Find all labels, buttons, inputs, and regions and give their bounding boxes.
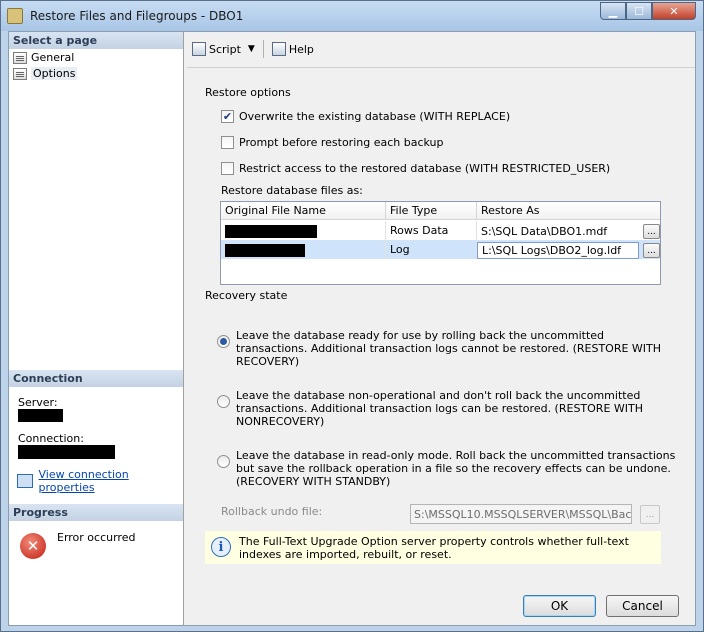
maximize-button[interactable]: ☐ [626, 2, 652, 20]
restore-as-value[interactable]: S:\SQL Data\DBO1.mdf [481, 225, 639, 238]
information-icon: i [211, 537, 231, 557]
radio-button[interactable] [217, 335, 230, 348]
rollback-undo-file-label: Rollback undo file: [221, 505, 323, 518]
original-file-name-cell [221, 221, 386, 240]
page-item-label: Options [31, 67, 78, 80]
restore-as-input[interactable]: L:\SQL Logs\DBO2_log.ldf [477, 242, 639, 259]
toolbar-separator [262, 40, 264, 58]
info-text: The Full-Text Upgrade Option server prop… [239, 535, 629, 561]
checkbox-label: Prompt before restoring each backup [239, 136, 444, 149]
checkbox-box[interactable] [221, 136, 234, 149]
window-title: Restore Files and Filegroups - DBO1 [30, 9, 244, 23]
window-controls: ▁ ☐ ✕ [600, 2, 696, 20]
progress-status[interactable]: Error occurred [57, 531, 135, 544]
column-header-file-type[interactable]: File Type [386, 202, 477, 219]
restore-files-grid[interactable]: Original File Name File Type Restore As … [220, 201, 661, 285]
browse-button[interactable]: ... [643, 224, 660, 239]
left-pane: Select a page General Options Connection… [9, 32, 184, 625]
restore-files-label: Restore database files as: [221, 184, 363, 197]
connection-label: Connection: [18, 432, 84, 445]
recovery-option-with-standby[interactable]: Leave the database in read-only mode. Ro… [217, 449, 676, 488]
page-icon [13, 51, 27, 64]
page-icon [13, 67, 27, 80]
file-type-cell: Rows Data [386, 221, 477, 240]
file-type-cell: Log [386, 240, 477, 259]
ok-button[interactable]: OK [523, 595, 596, 617]
recovery-state-title: Recovery state [205, 289, 288, 302]
error-icon: ✕ [20, 533, 46, 559]
help-label: Help [288, 42, 314, 56]
minimize-icon: ▁ [608, 4, 618, 18]
checkbox-box[interactable]: ✔ [221, 110, 234, 123]
original-file-name-cell [221, 240, 386, 259]
original-file-name-redacted [225, 244, 305, 257]
toolbar-divider [187, 67, 695, 68]
script-label: Script [209, 42, 241, 56]
recovery-option-with-recovery[interactable]: Leave the database ready for use by roll… [217, 329, 676, 368]
server-value-redacted [18, 409, 63, 422]
browse-button[interactable]: ... [643, 243, 660, 258]
table-row[interactable]: Rows Data S:\SQL Data\DBO1.mdf ... [221, 221, 660, 240]
progress-header: Progress [9, 504, 183, 521]
prompt-checkbox[interactable]: Prompt before restoring each backup [221, 136, 444, 149]
maximize-icon: ☐ [634, 4, 644, 18]
table-row[interactable]: Log L:\SQL Logs\DBO2_log.ldf ... [221, 240, 660, 259]
connection-value-redacted [18, 445, 115, 459]
overwrite-checkbox[interactable]: ✔ Overwrite the existing database (WITH … [221, 110, 510, 123]
server-label: Server: [18, 396, 58, 409]
close-icon: ✕ [669, 4, 679, 18]
rollback-undo-file-input[interactable]: S:\MSSQL10.MSSQLSERVER\MSSQL\Back [410, 504, 632, 524]
radio-button[interactable] [217, 455, 230, 468]
recovery-option-with-norecovery[interactable]: Leave the database non-operational and d… [217, 389, 676, 428]
page-item-options[interactable]: Options [13, 67, 78, 80]
view-connection-properties-link[interactable]: View connection properties [39, 468, 184, 494]
restore-icon [7, 8, 23, 24]
close-button[interactable]: ✕ [652, 2, 696, 20]
column-header-restore-as[interactable]: Restore As [477, 202, 660, 219]
restore-as-cell[interactable]: S:\SQL Data\DBO1.mdf ... [477, 221, 660, 240]
radio-button[interactable] [217, 395, 230, 408]
restore-dialog-window: Restore Files and Filegroups - DBO1 ▁ ☐ … [0, 0, 704, 632]
radio-label: Leave the database non-operational and d… [236, 389, 644, 428]
help-icon [271, 42, 286, 56]
checkbox-box[interactable] [221, 162, 234, 175]
restrict-checkbox[interactable]: Restrict access to the restored database… [221, 162, 610, 175]
original-file-name-redacted [225, 225, 317, 238]
page-item-general[interactable]: General [13, 51, 74, 64]
cancel-button[interactable]: Cancel [606, 595, 679, 617]
restore-options-title: Restore options [205, 86, 291, 99]
radio-label: Leave the database in read-only mode. Ro… [236, 449, 676, 488]
restore-as-cell[interactable]: L:\SQL Logs\DBO2_log.ldf ... [477, 240, 660, 259]
undo-file-browse-button[interactable]: ... [640, 505, 660, 524]
help-button[interactable]: Help [271, 42, 314, 56]
column-header-original-file-name[interactable]: Original File Name [221, 202, 386, 219]
checkbox-label: Overwrite the existing database (WITH RE… [239, 110, 511, 123]
connection-properties-icon [17, 474, 33, 488]
dialog-body: Select a page General Options Connection… [8, 31, 696, 626]
script-button[interactable]: Script ▼ [192, 42, 255, 56]
select-page-header: Select a page [9, 32, 183, 49]
title-bar[interactable]: Restore Files and Filegroups - DBO1 ▁ ☐ … [1, 1, 703, 31]
info-banner: i The Full-Text Upgrade Option server pr… [205, 531, 661, 564]
grid-header-row: Original File Name File Type Restore As [221, 202, 660, 220]
radio-label: Leave the database ready for use by roll… [236, 329, 662, 368]
page-item-label: General [31, 51, 75, 64]
chevron-down-icon[interactable]: ▼ [248, 44, 255, 54]
connection-header: Connection [9, 370, 183, 387]
view-connection-properties-row[interactable]: View connection properties [17, 468, 183, 494]
minimize-button[interactable]: ▁ [600, 2, 626, 20]
checkbox-label: Restrict access to the restored database… [239, 162, 611, 175]
toolbar: Script ▼ Help [192, 40, 314, 58]
script-icon [192, 42, 206, 56]
